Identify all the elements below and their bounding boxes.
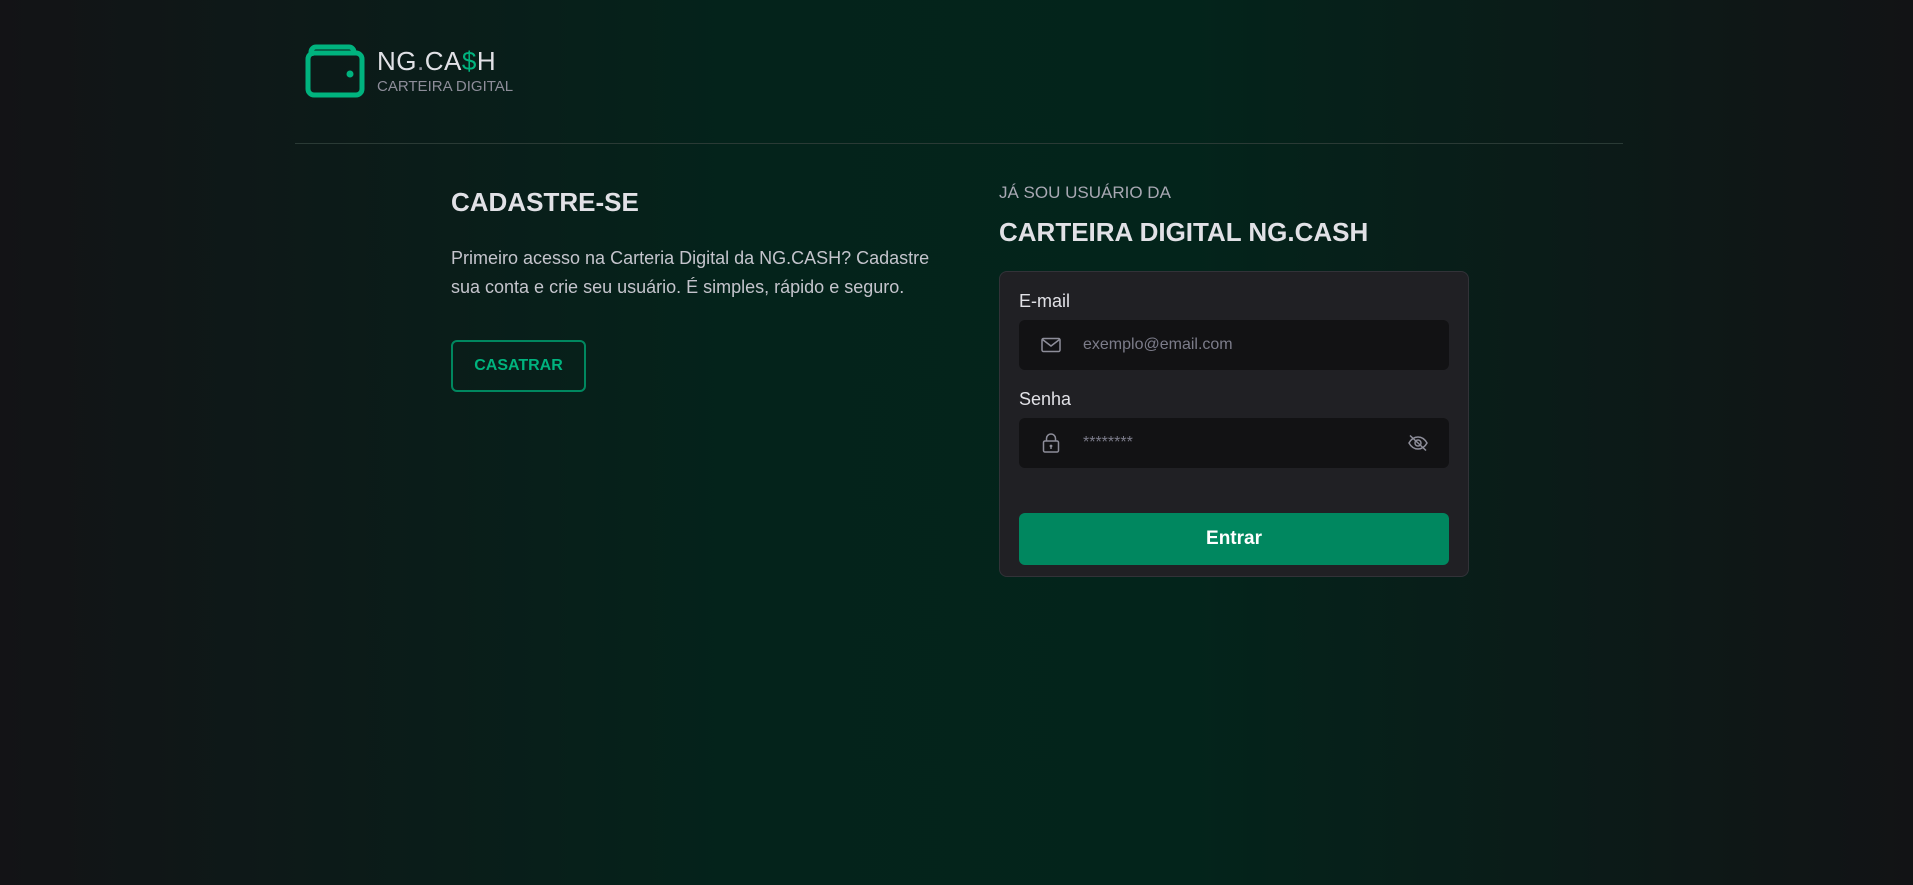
submit-button[interactable]: Entrar — [1019, 513, 1449, 565]
email-input[interactable] — [1083, 320, 1449, 370]
logo[interactable]: NG.CA$H CARTEIRA DIGITAL — [305, 44, 513, 98]
email-label: E-mail — [1019, 291, 1071, 311]
email-input-wrapper — [1019, 320, 1449, 370]
login-form: E-mail Senha — [999, 271, 1469, 577]
register-title: CADASTRE-SE — [451, 187, 639, 217]
logo-text: NG.CA$H CARTEIRA DIGITAL — [377, 46, 513, 95]
brand-name: NG.CA$H — [377, 46, 497, 76]
login-title: CARTEIRA DIGITAL NG.CASH — [999, 217, 1369, 247]
password-label: Senha — [1019, 389, 1072, 409]
password-input-wrapper — [1019, 418, 1449, 468]
login-section: JÁ SOU USUÁRIO DA CARTEIRA DIGITAL NG.CA… — [999, 182, 1469, 577]
register-button[interactable]: CASATRAR — [451, 340, 586, 392]
register-section: CADASTRE-SE Primeiro acesso na Carteria … — [451, 186, 931, 392]
brand-subtitle: CARTEIRA DIGITAL — [377, 78, 514, 95]
lock-icon — [1019, 433, 1083, 453]
mail-icon — [1019, 337, 1083, 353]
login-kicker: JÁ SOU USUÁRIO DA — [999, 183, 1171, 202]
header: NG.CA$H CARTEIRA DIGITAL — [295, 0, 1623, 144]
password-input[interactable] — [1083, 418, 1387, 468]
eye-off-icon[interactable] — [1387, 434, 1449, 452]
wallet-icon — [305, 44, 365, 98]
register-description: Primeiro acesso na Carteria Digital da N… — [451, 248, 930, 297]
